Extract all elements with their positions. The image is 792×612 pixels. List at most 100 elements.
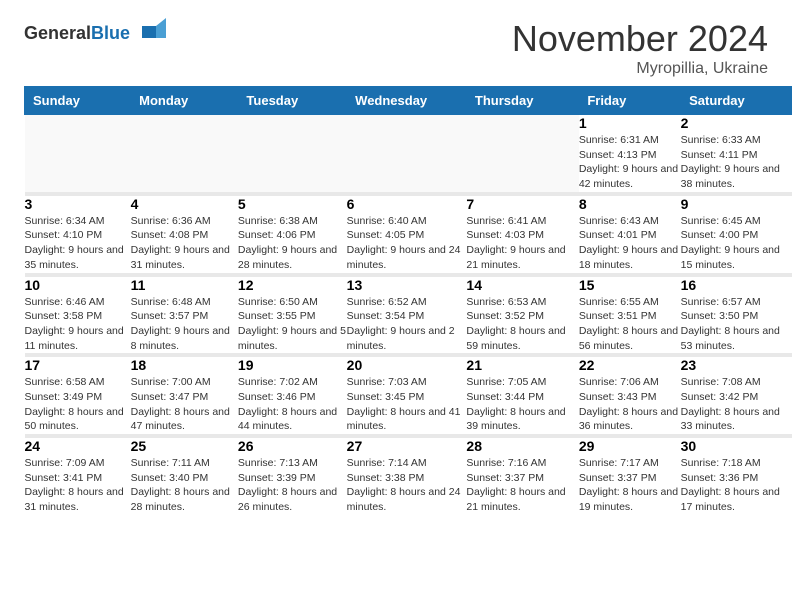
day-cell: 17Sunrise: 6:58 AMSunset: 3:49 PMDayligh… (25, 357, 131, 434)
day-detail: Sunrise: 6:53 AMSunset: 3:52 PMDaylight:… (466, 295, 578, 354)
weekday-row: SundayMondayTuesdayWednesdayThursdayFrid… (25, 87, 792, 115)
week-row-4: 24Sunrise: 7:09 AMSunset: 3:41 PMDayligh… (25, 438, 792, 515)
day-number: 30 (681, 438, 792, 454)
day-detail: Sunrise: 7:18 AMSunset: 3:36 PMDaylight:… (681, 456, 792, 515)
title-block: November 2024 Myropillia, Ukraine (512, 18, 768, 78)
day-detail: Sunrise: 6:34 AMSunset: 4:10 PMDaylight:… (25, 214, 131, 273)
week-row-0: 1Sunrise: 6:31 AMSunset: 4:13 PMDaylight… (25, 115, 792, 192)
day-detail: Sunrise: 7:06 AMSunset: 3:43 PMDaylight:… (579, 375, 681, 434)
day-cell: 1Sunrise: 6:31 AMSunset: 4:13 PMDaylight… (579, 115, 681, 192)
day-cell: 10 Sunrise: 6:46 AMSunset: 3:58 PMDayligh… (25, 277, 131, 354)
calendar-wrapper: SundayMondayTuesdayWednesdayThursdayFrid… (0, 86, 792, 527)
day-cell: 7Sunrise: 6:41 AMSunset: 4:03 PMDaylight… (466, 196, 578, 273)
day-number: 23 (681, 357, 792, 373)
day-number: 10 (25, 277, 131, 293)
day-number: 25 (131, 438, 238, 454)
day-cell: 4Sunrise: 6:36 AMSunset: 4:08 PMDaylight… (131, 196, 238, 273)
logo-blue: Blue (91, 23, 130, 43)
day-detail: Sunrise: 7:08 AMSunset: 3:42 PMDaylight:… (681, 375, 792, 434)
day-detail: Sunrise: 6:40 AMSunset: 4:05 PMDaylight:… (347, 214, 467, 273)
day-cell: 25 Sunrise: 7:11 AMSunset: 3:40 PMDayligh… (131, 438, 238, 515)
week-row-3: 17Sunrise: 6:58 AMSunset: 3:49 PMDayligh… (25, 357, 792, 434)
day-detail: Sunrise: 6:33 AMSunset: 4:11 PMDaylight:… (681, 133, 792, 192)
day-detail: Sunrise: 6:43 AMSunset: 4:01 PMDaylight:… (579, 214, 681, 273)
day-cell: 14 Sunrise: 6:53 AMSunset: 3:52 PMDayligh… (466, 277, 578, 354)
day-cell: 3 Sunrise: 6:34 AMSunset: 4:10 PMDaylight… (25, 196, 131, 273)
day-cell: 8 Sunrise: 6:43 AMSunset: 4:01 PMDaylight… (579, 196, 681, 273)
day-detail: Sunrise: 7:03 AMSunset: 3:45 PMDaylight:… (347, 375, 467, 434)
day-cell: 22Sunrise: 7:06 AMSunset: 3:43 PMDayligh… (579, 357, 681, 434)
day-detail: Sunrise: 6:45 AMSunset: 4:00 PMDaylight:… (681, 214, 792, 273)
day-cell: 6Sunrise: 6:40 AMSunset: 4:05 PMDaylight… (347, 196, 467, 273)
day-cell: 24Sunrise: 7:09 AMSunset: 3:41 PMDayligh… (25, 438, 131, 515)
weekday-saturday: Saturday (681, 87, 792, 115)
weekday-tuesday: Tuesday (238, 87, 347, 115)
day-number: 14 (466, 277, 578, 293)
day-cell: 19 Sunrise: 7:02 AMSunset: 3:46 PMDayligh… (238, 357, 347, 434)
day-cell (238, 115, 347, 192)
day-detail: Sunrise: 7:13 AMSunset: 3:39 PMDaylight:… (238, 456, 347, 515)
day-number: 29 (579, 438, 681, 454)
day-number: 19 (238, 357, 347, 373)
day-number: 7 (466, 196, 578, 212)
day-number: 24 (25, 438, 131, 454)
day-detail: Sunrise: 7:17 AMSunset: 3:37 PMDaylight:… (579, 456, 681, 515)
day-number: 3 (25, 196, 131, 212)
day-cell (347, 115, 467, 192)
day-cell: 11 Sunrise: 6:48 AMSunset: 3:57 PMDayligh… (131, 277, 238, 354)
logo-text: GeneralBlue (24, 24, 130, 44)
day-number: 20 (347, 357, 467, 373)
day-number: 15 (579, 277, 681, 293)
day-cell: 15 Sunrise: 6:55 AMSunset: 3:51 PMDayligh… (579, 277, 681, 354)
page-header: GeneralBlue November 2024 Myropillia, Uk… (0, 0, 792, 86)
day-cell: 23 Sunrise: 7:08 AMSunset: 3:42 PMDayligh… (681, 357, 792, 434)
day-number: 17 (25, 357, 131, 373)
weekday-sunday: Sunday (25, 87, 131, 115)
day-detail: Sunrise: 6:48 AMSunset: 3:57 PMDaylight:… (131, 295, 238, 354)
logo-icon (134, 18, 166, 50)
week-row-1: 3 Sunrise: 6:34 AMSunset: 4:10 PMDaylight… (25, 196, 792, 273)
day-detail: Sunrise: 7:02 AMSunset: 3:46 PMDaylight:… (238, 375, 347, 434)
month-title: November 2024 (512, 18, 768, 60)
day-cell: 2 Sunrise: 6:33 AMSunset: 4:11 PMDaylight… (681, 115, 792, 192)
calendar-body: 1Sunrise: 6:31 AMSunset: 4:13 PMDaylight… (25, 115, 792, 515)
calendar-header: SundayMondayTuesdayWednesdayThursdayFrid… (25, 87, 792, 115)
day-cell: 13 Sunrise: 6:52 AMSunset: 3:54 PMDayligh… (347, 277, 467, 354)
day-detail: Sunrise: 7:00 AMSunset: 3:47 PMDaylight:… (131, 375, 238, 434)
day-cell (25, 115, 131, 192)
day-detail: Sunrise: 6:52 AMSunset: 3:54 PMDaylight:… (347, 295, 467, 354)
weekday-monday: Monday (131, 87, 238, 115)
day-cell: 20 Sunrise: 7:03 AMSunset: 3:45 PMDayligh… (347, 357, 467, 434)
day-detail: Sunrise: 7:05 AMSunset: 3:44 PMDaylight:… (466, 375, 578, 434)
day-number: 2 (681, 115, 792, 131)
day-detail: Sunrise: 6:55 AMSunset: 3:51 PMDaylight:… (579, 295, 681, 354)
day-number: 28 (466, 438, 578, 454)
day-detail: Sunrise: 6:46 AMSunset: 3:58 PMDaylight:… (25, 295, 131, 354)
day-cell: 9 Sunrise: 6:45 AMSunset: 4:00 PMDaylight… (681, 196, 792, 273)
day-number: 5 (238, 196, 347, 212)
day-number: 12 (238, 277, 347, 293)
day-detail: Sunrise: 7:11 AMSunset: 3:40 PMDaylight:… (131, 456, 238, 515)
day-number: 11 (131, 277, 238, 293)
day-number: 21 (466, 357, 578, 373)
day-cell: 21 Sunrise: 7:05 AMSunset: 3:44 PMDayligh… (466, 357, 578, 434)
calendar-table: SundayMondayTuesdayWednesdayThursdayFrid… (24, 86, 792, 515)
week-row-2: 10 Sunrise: 6:46 AMSunset: 3:58 PMDayligh… (25, 277, 792, 354)
day-cell (466, 115, 578, 192)
day-cell: 29 Sunrise: 7:17 AMSunset: 3:37 PMDayligh… (579, 438, 681, 515)
day-number: 9 (681, 196, 792, 212)
day-detail: Sunrise: 7:16 AMSunset: 3:37 PMDaylight:… (466, 456, 578, 515)
day-detail: Sunrise: 6:38 AMSunset: 4:06 PMDaylight:… (238, 214, 347, 273)
weekday-friday: Friday (579, 87, 681, 115)
weekday-thursday: Thursday (466, 87, 578, 115)
day-cell: 30 Sunrise: 7:18 AMSunset: 3:36 PMDayligh… (681, 438, 792, 515)
logo: GeneralBlue (24, 18, 166, 50)
day-cell: 12 Sunrise: 6:50 AMSunset: 3:55 PMDayligh… (238, 277, 347, 354)
day-number: 8 (579, 196, 681, 212)
logo-general: General (24, 23, 91, 43)
day-cell: 18 Sunrise: 7:00 AMSunset: 3:47 PMDayligh… (131, 357, 238, 434)
day-number: 18 (131, 357, 238, 373)
day-detail: Sunrise: 6:50 AMSunset: 3:55 PMDaylight:… (238, 295, 347, 354)
day-number: 13 (347, 277, 467, 293)
day-number: 16 (681, 277, 792, 293)
